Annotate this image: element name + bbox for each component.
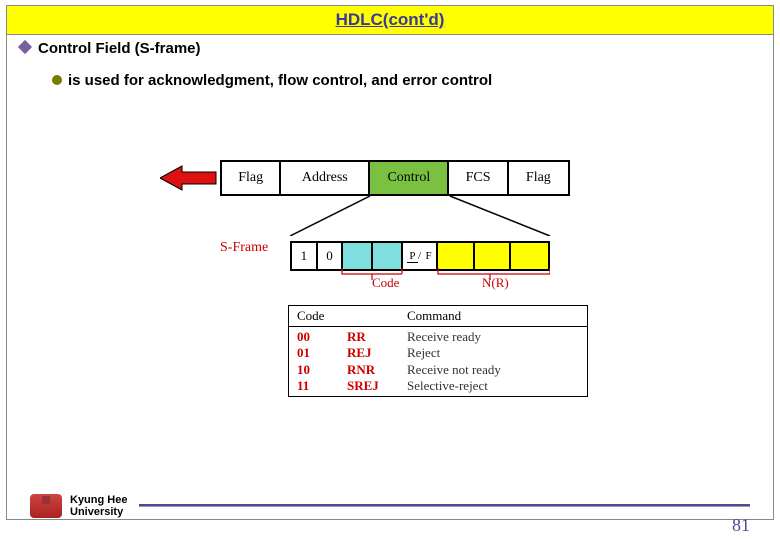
- row-code: 10: [297, 362, 347, 378]
- university-name: Kyung Hee University: [70, 494, 127, 518]
- code-table: Code Command 00 RR Receive ready 01 REJ …: [288, 305, 588, 397]
- hdlc-diagram: Flag Address Control FCS Flag S-Frame 1 …: [160, 160, 620, 271]
- row-abbr: RR: [347, 329, 407, 345]
- row-code: 11: [297, 378, 347, 394]
- arrow-left-icon: [160, 164, 220, 192]
- table-row: 01 REJ Reject: [289, 345, 587, 361]
- row-code: 00: [297, 329, 347, 345]
- table-row: 00 RR Receive ready: [289, 329, 587, 345]
- uni-line2: University: [70, 506, 127, 518]
- frame-flag1: Flag: [222, 162, 281, 194]
- table-row: 11 SREJ Selective-reject: [289, 378, 587, 394]
- connector-lines: [220, 196, 570, 236]
- slide-title: HDLC(cont'd): [336, 10, 445, 30]
- row-cmd: Reject: [407, 345, 579, 361]
- row-cmd: Selective-reject: [407, 378, 579, 394]
- row-abbr: SREJ: [347, 378, 407, 394]
- row-cmd: Receive ready: [407, 329, 579, 345]
- code-table-body: 00 RR Receive ready 01 REJ Reject 10 RNR…: [289, 327, 587, 396]
- frame-fcs: FCS: [449, 162, 508, 194]
- frame-address: Address: [281, 162, 370, 194]
- uni-line1: Kyung Hee: [70, 494, 127, 506]
- header-command: Command: [399, 306, 469, 326]
- bullet2-text: is used for acknowledgment, flow control…: [68, 72, 492, 89]
- header-code: Code: [289, 306, 399, 326]
- footer-divider: [139, 504, 750, 507]
- diamond-bullet-icon: [18, 40, 32, 54]
- frame-structure: Flag Address Control FCS Flag: [220, 160, 570, 196]
- dot-bullet-icon: [52, 75, 62, 85]
- row-cmd: Receive not ready: [407, 362, 579, 378]
- row-abbr: REJ: [347, 345, 407, 361]
- university-logo-icon: [30, 494, 62, 518]
- page-number: 81: [732, 515, 750, 536]
- table-row: 10 RNR Receive not ready: [289, 362, 587, 378]
- row-code: 01: [297, 345, 347, 361]
- bracket-lines: [290, 266, 550, 280]
- frame-control: Control: [370, 162, 449, 194]
- footer: Kyung Hee University: [30, 494, 750, 518]
- row-abbr: RNR: [347, 362, 407, 378]
- content-area: Control Field (S-frame) is used for ackn…: [20, 40, 760, 91]
- bullet1-text: Control Field (S-frame): [38, 40, 201, 57]
- nr-label: N(R): [482, 275, 509, 291]
- frame-flag2: Flag: [509, 162, 568, 194]
- bullet-level1: Control Field (S-frame): [20, 40, 760, 57]
- code-table-header: Code Command: [289, 306, 587, 327]
- code-label: Code: [372, 275, 399, 291]
- sframe-label: S-Frame: [220, 240, 268, 256]
- title-bar: HDLC(cont'd): [6, 5, 774, 35]
- bullet-level2: is used for acknowledgment, flow control…: [52, 71, 760, 91]
